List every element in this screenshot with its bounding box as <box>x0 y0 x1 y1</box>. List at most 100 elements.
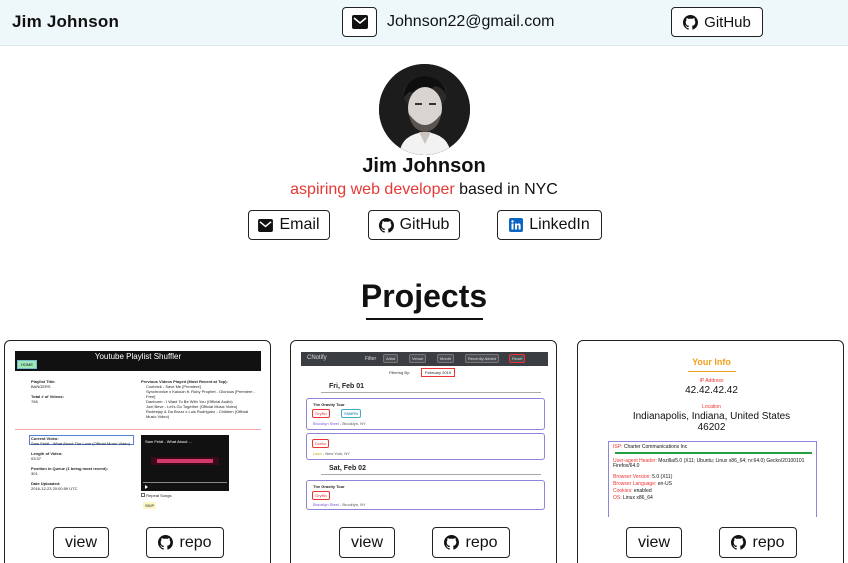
shot-day-heading: Fri, Feb 01 <box>329 383 365 390</box>
shot-brand: CNotify <box>307 355 327 361</box>
shot-month-badge: February 2019 <box>421 368 456 377</box>
shot-title: Youtube Playlist Shuffler <box>94 352 182 361</box>
shot-venue-name: Lavo <box>313 451 322 456</box>
shot-nav-item: Artist <box>383 354 399 363</box>
shot-artist-tag: Gryffin <box>312 409 330 418</box>
shot-day-heading: Sat, Feb 02 <box>329 465 366 472</box>
shot-text: 766 <box>31 399 38 404</box>
shot-nav-item: Filter <box>365 356 377 362</box>
shot-event-title: The Gravity Tour <box>313 402 345 407</box>
shot-repeat-row: Repeat Songs <box>141 493 171 498</box>
repo-button-label: repo <box>465 533 498 551</box>
shot-text: Sam Feldt - What About The Love (Officia… <box>31 441 130 446</box>
profile-tagline: aspiring web developer based in NYC <box>0 181 848 199</box>
shot-venue: Brooklyn Steel - Brooklyn, NY <box>313 502 366 507</box>
repo-button-label: repo <box>752 533 785 551</box>
shot-ip-value: 42.42.42.42 <box>685 385 738 396</box>
shot-event-card: The Gravity Tour Gryffin Brooklyn Steel … <box>306 480 545 510</box>
shot-venue-name: Brooklyn Steel <box>313 502 339 507</box>
email-button[interactable]: Email <box>248 210 330 240</box>
tagline-rest: based in NYC <box>454 181 558 198</box>
shot-ip-label: IP Address <box>699 378 724 384</box>
github-icon <box>683 14 699 30</box>
shot-event-card: The Gravity Tour Gryffin SNBRN Brooklyn … <box>306 398 545 430</box>
project-screenshot-cnotify: CNotify Filter Artist Venue Month Recent… <box>301 349 548 517</box>
shot-text: Rudeejay & Da Brozz x Luis Rodriguez - C… <box>146 409 249 419</box>
shot-zip-value: 46202 <box>697 422 726 433</box>
envelope-icon <box>351 15 368 29</box>
project-card-playlist-shuffler: Youtube Playlist Shuffler HOME Playlist … <box>4 340 271 563</box>
shot-venue: Brooklyn Steel - Brooklyn, NY <box>313 421 366 426</box>
project-screenshot-ip-info: Your Info IP Address 42.42.42.42 Locatio… <box>588 349 835 517</box>
shot-detail-row: OS: Linux x86_64 <box>613 496 813 501</box>
shot-detail-value: enabled <box>632 488 652 494</box>
shot-location-label: Location <box>702 404 721 410</box>
shot-detail-row: User-agent Header: Mozilla/5.0 (X11; Ubu… <box>613 459 813 469</box>
profile-name: Jim Johnson <box>362 155 486 177</box>
github-icon <box>444 535 460 550</box>
repo-button[interactable]: repo <box>146 527 224 558</box>
view-button[interactable]: view <box>339 527 395 558</box>
shot-video-player: Sam Feldt - What About ... <box>141 435 229 491</box>
view-button[interactable]: view <box>53 527 109 558</box>
shot-detail-value: Charter Communications Inc <box>622 444 688 450</box>
github-button-label: GitHub <box>399 216 450 233</box>
shot-event-title: The Gravity Tour <box>313 484 345 489</box>
shot-venue-city: - New York, NY <box>321 451 350 456</box>
shot-artist-tag: Dzeko <box>312 439 330 448</box>
github-button[interactable]: GitHub <box>368 210 460 240</box>
shot-detail-row: Browser Version: 5.0 (X11) <box>613 475 813 480</box>
shot-detail-value: 5.0 (X11) <box>650 474 673 480</box>
header-github-button[interactable]: GitHub <box>671 7 763 37</box>
top-navbar: Jim Johnson Johnson22@gmail.com GitHub <box>0 0 848 46</box>
shot-filter-label: Filtering By: <box>389 370 411 375</box>
shot-event-card: Dzeko Lavo - New York, NY <box>306 433 545 460</box>
shot-detail-row: ISP: Charter Communications Inc <box>613 445 813 450</box>
shot-divider <box>321 392 541 393</box>
shot-current-column: Current Video: Sam Feldt - What About Th… <box>31 436 135 491</box>
brand-name[interactable]: Jim Johnson <box>12 12 119 32</box>
shot-details-box: ISP: Charter Communications Inc User-age… <box>608 441 817 517</box>
repo-button-label: repo <box>179 533 212 551</box>
tagline-accent: aspiring web developer <box>290 181 455 198</box>
shot-artist-tag: Gryffin <box>312 491 330 500</box>
project-card-ip-info: Your Info IP Address 42.42.42.42 Locatio… <box>577 340 844 563</box>
shot-home-button: HOME <box>17 360 37 369</box>
shot-header: Youtube Playlist Shuffler <box>15 351 261 371</box>
github-icon <box>731 535 747 550</box>
shot-nav-item: Reset <box>509 354 526 363</box>
project-screenshot-playlist-shuffler: Youtube Playlist Shuffler HOME Playlist … <box>15 349 262 517</box>
projects-heading-underline <box>366 318 483 320</box>
shot-artist-tag: SNBRN <box>341 409 362 418</box>
shot-left-column: Playlist Title: BANGERS Total # of Video… <box>31 379 131 404</box>
envelope-icon <box>258 218 274 232</box>
shot-detail-row: Browser Language: en-US <box>613 482 813 487</box>
shot-nav-item: Month <box>437 354 455 363</box>
shot-detail-row: Cookies: enabled <box>613 489 813 494</box>
repo-button[interactable]: repo <box>432 527 510 558</box>
projects-heading: Projects <box>360 278 488 314</box>
shot-skip-button: SKIP <box>143 502 157 509</box>
view-button[interactable]: view <box>626 527 682 558</box>
email-button-label: Email <box>279 216 320 233</box>
shot-detail-key: Browser Version: <box>613 474 651 480</box>
shot-title: Your Info <box>692 357 731 367</box>
profile-avatar <box>379 64 470 155</box>
shot-venue-name: Brooklyn Steel <box>313 421 339 426</box>
linkedin-button-label: LinkedIn <box>529 216 590 233</box>
email-icon-button[interactable] <box>342 7 377 37</box>
header-github-label: GitHub <box>704 13 751 31</box>
github-icon <box>158 535 174 550</box>
shot-text: 2016-12-23 20:00:59 UTC <box>31 486 78 491</box>
shot-right-column: Previous Videos Played (Most Recent at T… <box>141 379 259 419</box>
shot-green-bar <box>615 452 812 454</box>
shot-detail-value: en-US <box>656 481 672 487</box>
linkedin-button[interactable]: LinkedIn <box>497 210 602 240</box>
shot-divider <box>15 429 261 430</box>
shot-venue: Lavo - New York, NY <box>313 451 350 456</box>
shot-title-underline <box>688 371 736 372</box>
shot-text: Synchronice x Kaiouin ft. Ruby Prophet -… <box>146 389 255 399</box>
shot-navbar: CNotify Filter Artist Venue Month Recent… <box>301 352 548 366</box>
repo-button[interactable]: repo <box>719 527 797 558</box>
shot-nav-item: Venue <box>409 354 427 363</box>
